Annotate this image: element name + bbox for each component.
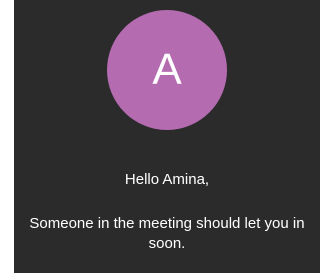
user-avatar: A <box>107 10 227 130</box>
greeting-text: Hello Amina, <box>124 171 210 188</box>
lobby-status-message: Someone in the meeting should let you in… <box>29 215 305 252</box>
lobby-waiting-panel: A Hello Amina, Someone in the meeting sh… <box>14 0 320 273</box>
avatar-initial: A <box>152 45 182 94</box>
